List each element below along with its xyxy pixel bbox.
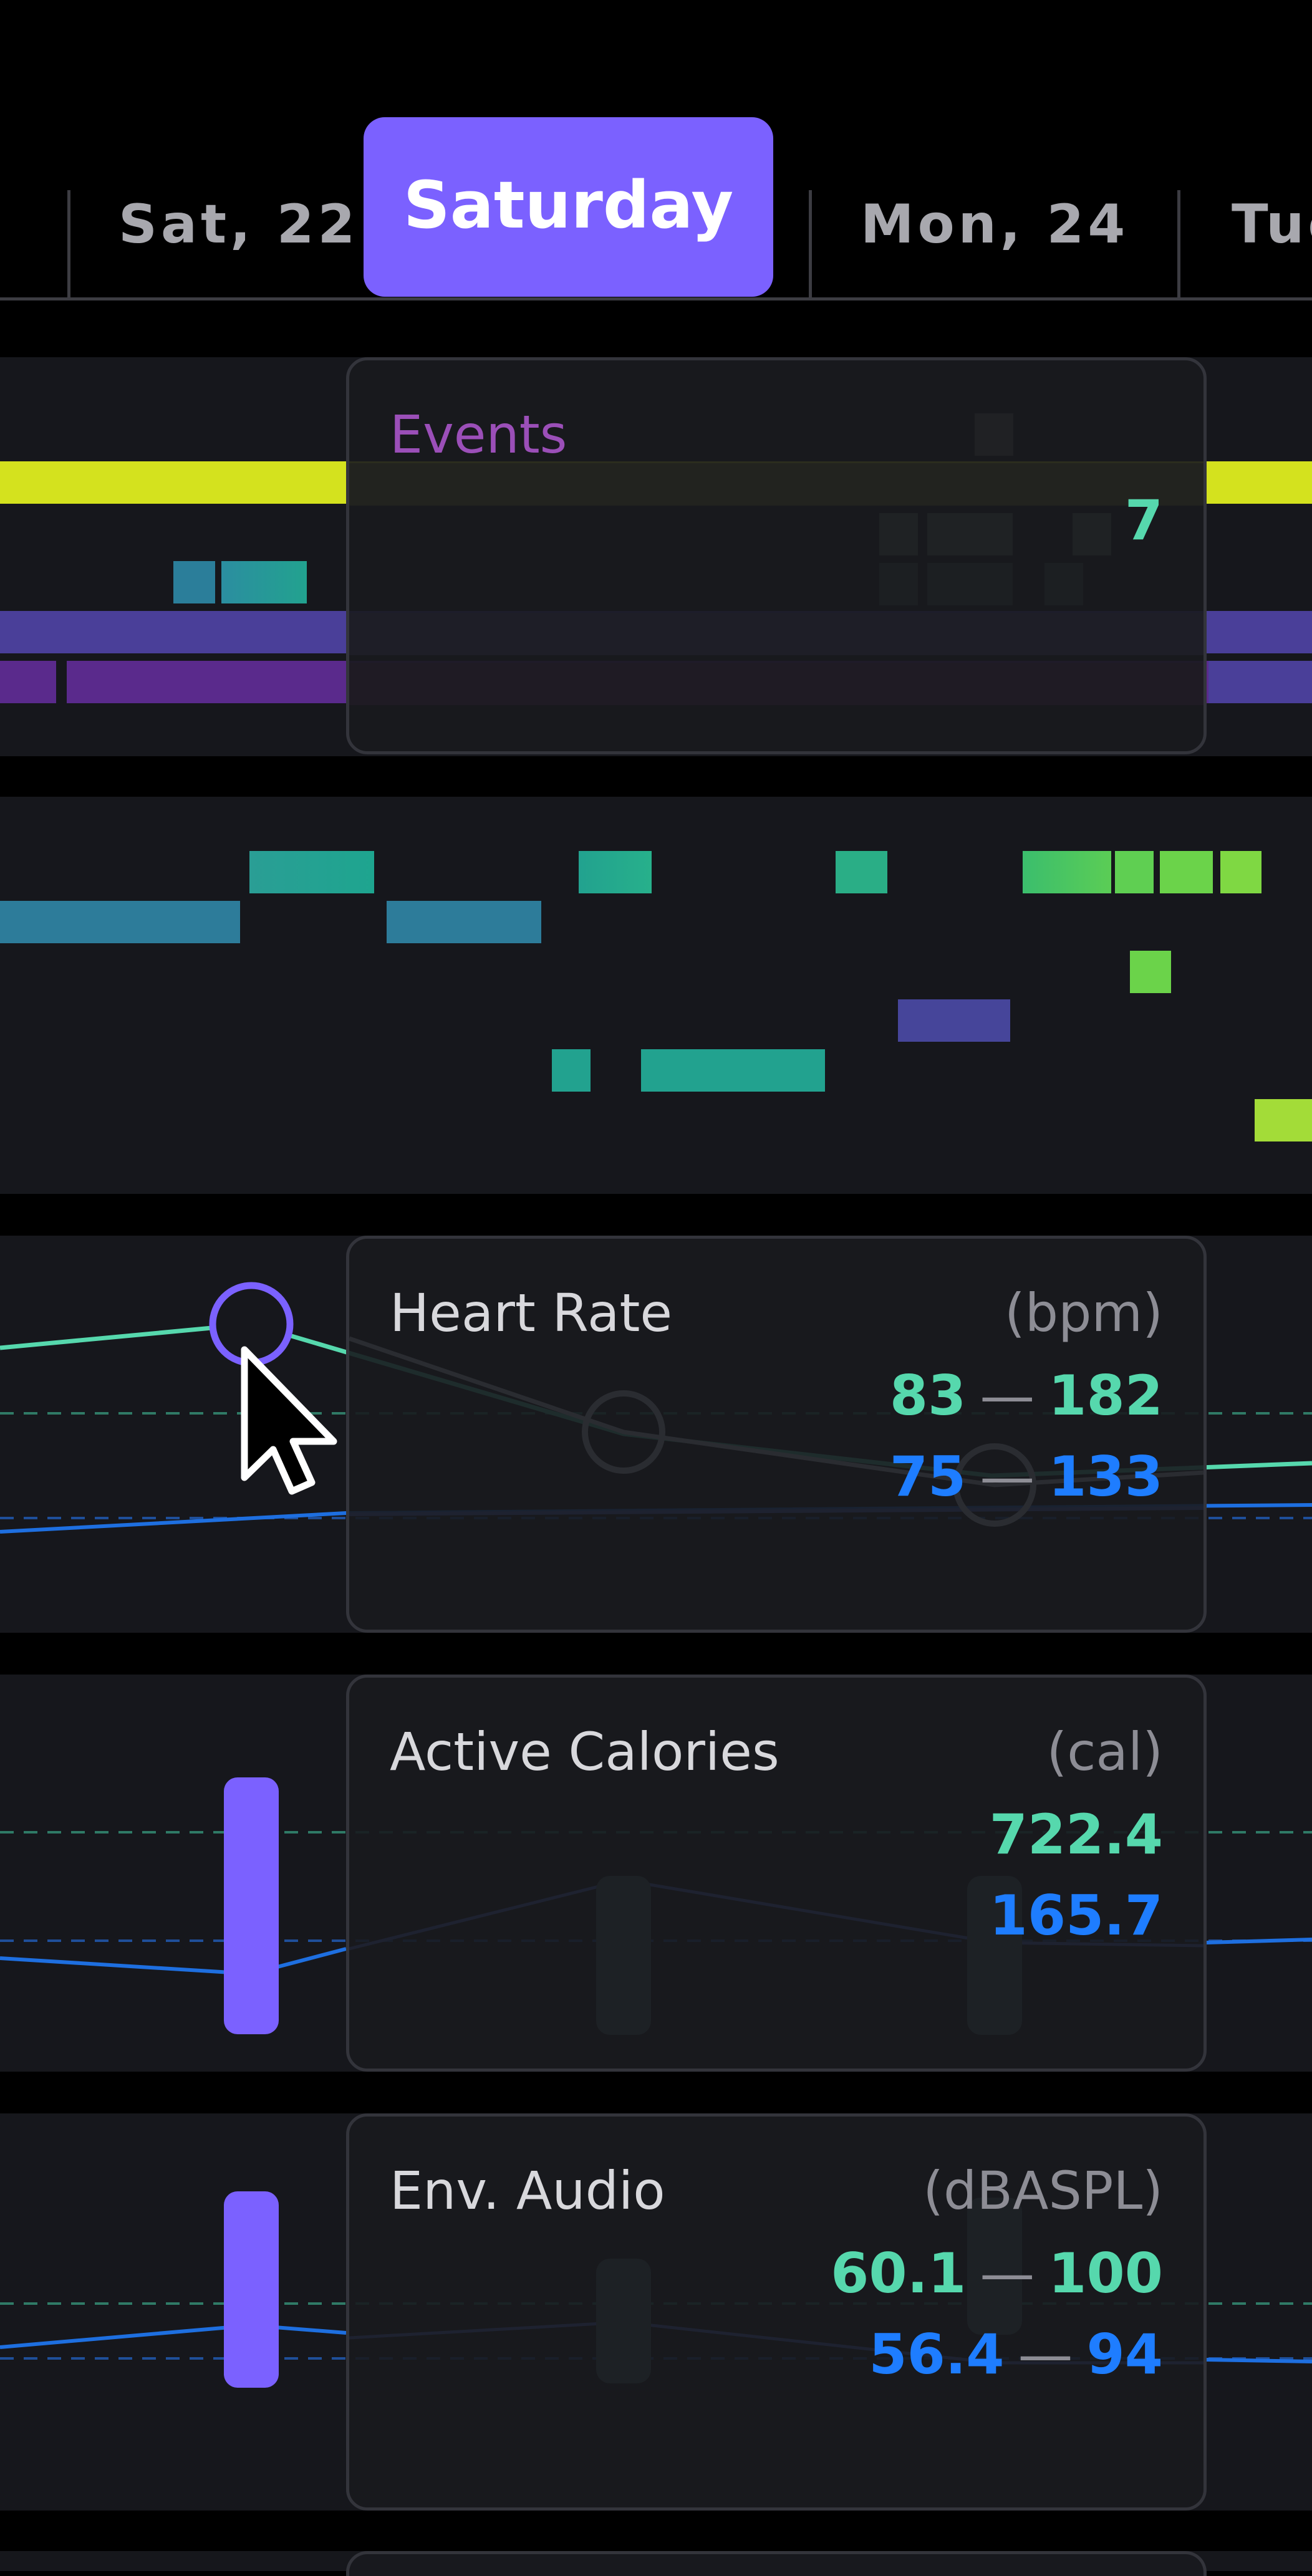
heart-rate-range-2-low: 75 xyxy=(889,1444,967,1509)
heart-rate-range-2-high: 133 xyxy=(1048,1444,1163,1509)
audio-line xyxy=(0,2323,347,2349)
range-separator: — xyxy=(980,1363,1035,1428)
heart-rate-unit: (bpm) xyxy=(1004,1282,1163,1343)
range-separator: — xyxy=(980,2241,1035,2305)
circle-marker-icon[interactable] xyxy=(209,1282,294,1367)
heart-rate-range-1-high: 182 xyxy=(1048,1363,1163,1428)
calories-title: Active Calories xyxy=(390,1721,779,1782)
day-separator xyxy=(67,190,70,297)
heart-rate-range-1-low: 83 xyxy=(889,1363,967,1428)
event-bar[interactable] xyxy=(0,901,240,943)
timeline-panel xyxy=(0,797,1312,1194)
calories-value-1: 722.4 xyxy=(989,1802,1163,1867)
audio-tooltip: Env. Audio (dBASPL) 60.1—100 56.4—94 xyxy=(346,2113,1207,2511)
event-bar[interactable] xyxy=(221,561,307,603)
event-bar-faded xyxy=(1044,563,1083,605)
events-tooltip-title: Events xyxy=(390,404,567,465)
next-tooltip-partial xyxy=(346,2551,1207,2576)
event-bar[interactable] xyxy=(1115,851,1154,893)
event-bar[interactable] xyxy=(579,851,652,893)
event-bar[interactable] xyxy=(1160,851,1213,893)
event-bar-faded xyxy=(1073,513,1111,555)
event-bar[interactable] xyxy=(1220,851,1261,893)
event-bar-faded xyxy=(349,663,1203,705)
calories-value-2: 165.7 xyxy=(989,1883,1163,1948)
calories-unit: (cal) xyxy=(1046,1721,1163,1782)
calories-line xyxy=(0,1947,347,1976)
event-bar[interactable] xyxy=(836,851,887,893)
event-bar-faded xyxy=(927,513,1013,555)
day-label-partial[interactable]: Tue xyxy=(1232,193,1312,256)
audio-line xyxy=(1206,2358,1312,2363)
audio-bar-selected[interactable] xyxy=(224,2191,279,2388)
events-tooltip: Events 7 xyxy=(346,357,1207,754)
event-bar[interactable] xyxy=(387,901,541,943)
day-separator xyxy=(1177,190,1180,297)
range-separator: — xyxy=(1018,2322,1073,2386)
event-bar[interactable] xyxy=(898,999,1010,1042)
faded-bar xyxy=(596,2259,651,2383)
event-bar[interactable] xyxy=(1208,661,1312,703)
day-tab-selected-label: Saturday xyxy=(403,167,734,243)
range-separator: — xyxy=(980,1444,1035,1509)
audio-title: Env. Audio xyxy=(390,2160,665,2221)
faded-line xyxy=(349,1506,1203,1516)
event-bar[interactable] xyxy=(0,661,56,703)
heart-rate-title: Heart Rate xyxy=(390,1282,673,1343)
event-bar-faded xyxy=(879,563,918,605)
event-bar[interactable] xyxy=(1130,951,1171,993)
event-bar-faded xyxy=(975,413,1013,456)
event-bar-faded xyxy=(349,613,1203,655)
heart-rate-range-2: 75—133 xyxy=(890,1444,1163,1509)
audio-range-2-low: 56.4 xyxy=(869,2322,1005,2386)
event-bar[interactable] xyxy=(641,1049,825,1092)
event-bar-faded xyxy=(879,513,918,555)
heart-rate-tooltip: Heart Rate (bpm) 83—182 75—133 xyxy=(346,1236,1207,1633)
day-label-prev[interactable]: Sat, 22 xyxy=(118,193,359,256)
day-label-next[interactable]: Mon, 24 xyxy=(861,193,1129,256)
audio-unit: (dBASPL) xyxy=(923,2160,1163,2221)
audio-range-1-low: 60.1 xyxy=(831,2241,967,2305)
calories-tooltip: Active Calories (cal) 722.4 165.7 xyxy=(346,1675,1207,2072)
calories-line xyxy=(1206,1938,1312,1944)
event-bar-faded xyxy=(349,463,1203,506)
events-count: 7 xyxy=(1124,488,1163,552)
faded-bar xyxy=(596,1876,651,2035)
heart-rate-range-1: 83—182 xyxy=(890,1363,1163,1428)
audio-range-1-high: 100 xyxy=(1048,2241,1163,2305)
event-bar[interactable] xyxy=(1023,851,1111,893)
audio-range-2: 56.4—94 xyxy=(869,2322,1163,2386)
audio-range-2-high: 94 xyxy=(1086,2322,1163,2386)
event-bar-faded xyxy=(927,563,1013,605)
event-bar[interactable] xyxy=(552,1049,591,1092)
event-bar[interactable] xyxy=(1255,1099,1312,1141)
header-divider xyxy=(0,297,1312,300)
audio-range-1: 60.1—100 xyxy=(831,2241,1163,2305)
calories-bar-selected[interactable] xyxy=(224,1777,279,2034)
day-tab-selected[interactable]: Saturday xyxy=(364,117,773,297)
event-bar[interactable] xyxy=(173,561,215,603)
event-bar[interactable] xyxy=(249,851,374,893)
day-separator xyxy=(809,190,812,297)
